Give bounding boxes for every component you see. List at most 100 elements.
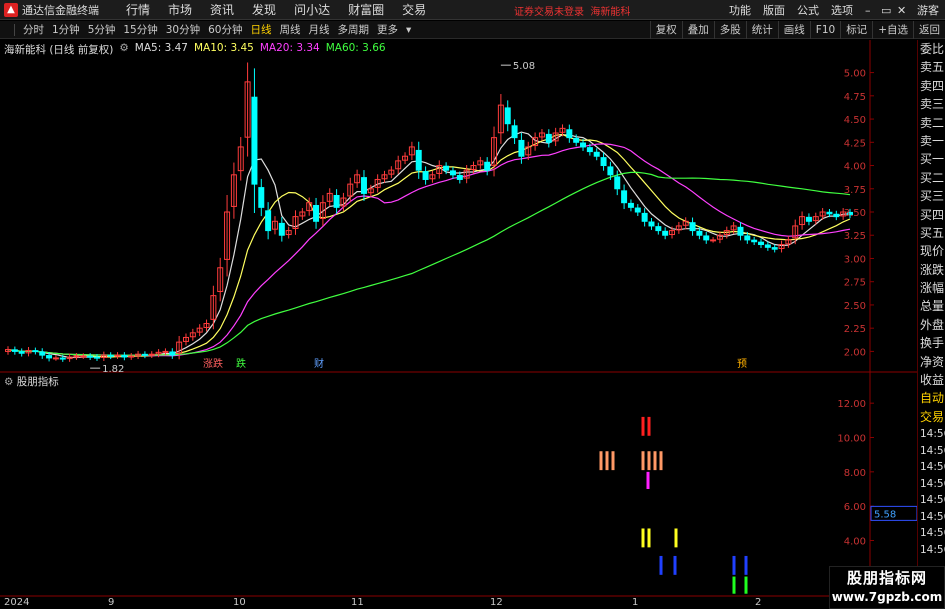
login-notice[interactable]: 证券交易未登录 海新能科	[514, 3, 630, 18]
quote-field[interactable]: 涨跌	[918, 261, 945, 279]
quote-field[interactable]: 卖五	[918, 58, 945, 76]
tool-mark[interactable]: 标记	[840, 21, 872, 39]
tab-30min[interactable]: 30分钟	[162, 22, 204, 37]
menu-item-market[interactable]: 行情	[117, 1, 159, 18]
candle-up	[128, 355, 135, 358]
close-icon[interactable]: ✕	[891, 4, 907, 17]
signal-bar	[744, 576, 748, 594]
quote-field[interactable]: 涨幅	[918, 279, 945, 297]
quote-field[interactable]: 买二	[918, 169, 945, 187]
tab-more[interactable]: 更多	[373, 22, 402, 37]
candle-up	[710, 239, 717, 242]
menu-item-markets[interactable]: 市场	[159, 1, 201, 18]
quote-field[interactable]: 卖二	[918, 114, 945, 132]
candle-up	[148, 353, 155, 356]
quote-field[interactable]: 买一	[918, 150, 945, 168]
tab-15min[interactable]: 15分钟	[119, 22, 161, 37]
signal-bar	[674, 528, 678, 548]
candle-down	[141, 353, 148, 356]
minimize-icon[interactable]: –	[859, 4, 875, 17]
quote-field[interactable]: 卖四	[918, 77, 945, 95]
y-tick-label: 4.50	[844, 115, 866, 126]
menu-item-trade[interactable]: 交易	[393, 1, 435, 18]
quote-field[interactable]: 买四	[918, 206, 945, 224]
date-label: 2	[755, 597, 762, 608]
candlesticks: 5.08 1.82 涨跌跌 财 预	[5, 61, 853, 375]
watermark-name: 股朋指标网	[846, 569, 927, 587]
candle-down	[751, 239, 758, 243]
candle-down	[449, 170, 456, 176]
tool-back[interactable]: 返回	[913, 21, 945, 39]
menu-item-ask[interactable]: 问小达	[285, 1, 339, 18]
settings-icon[interactable]: ⚙	[119, 42, 128, 57]
signal-bar	[732, 555, 736, 575]
menu-item-news[interactable]: 资讯	[201, 1, 243, 18]
candle-down	[826, 211, 833, 215]
quote-field[interactable]: 自动	[918, 389, 945, 407]
signal-bar	[611, 451, 615, 471]
signal-bar	[599, 451, 603, 471]
tool-multi-stock[interactable]: 多股	[713, 21, 746, 39]
quote-field[interactable]: 外盘	[918, 316, 945, 334]
event-marker: 跌	[236, 357, 246, 370]
tool-f10[interactable]: F10	[809, 21, 840, 39]
y-tick-label: 3.75	[844, 185, 866, 196]
signal-bar	[641, 451, 645, 471]
quote-field[interactable]: 买五	[918, 224, 945, 242]
menu-item-formula[interactable]: 公式	[791, 2, 825, 18]
candle-down	[258, 187, 265, 208]
tab-daily[interactable]: 日线	[247, 22, 276, 37]
chevron-down-icon[interactable]: ▾	[402, 24, 415, 36]
stock-name[interactable]: 海新能科 (日线 前复权)	[4, 42, 113, 57]
quote-field[interactable]: 收益	[918, 371, 945, 389]
tool-statistics[interactable]: 统计	[745, 21, 778, 39]
quote-field[interactable]: 卖三	[918, 95, 945, 113]
tool-overlay[interactable]: 叠加	[681, 21, 714, 39]
quote-field[interactable]: 净资	[918, 353, 945, 371]
event-marker: 预	[737, 358, 747, 370]
tool-adjust[interactable]: 复权	[649, 21, 682, 39]
sub-y-tick-label: 4.00	[844, 537, 866, 548]
quote-field[interactable]: 买三	[918, 187, 945, 205]
candle-down	[415, 149, 422, 171]
tab-monthly[interactable]: 月线	[305, 22, 334, 37]
candle-down	[39, 351, 46, 356]
y-tick-label: 4.75	[844, 92, 866, 103]
candle-down	[46, 355, 53, 359]
candle-down	[586, 147, 593, 153]
menu-item-options[interactable]: 选项	[825, 2, 859, 18]
menu-item-discover[interactable]: 发现	[243, 1, 285, 18]
quote-field[interactable]: 委比	[918, 40, 945, 58]
tab-60min[interactable]: 60分钟	[204, 22, 246, 37]
event-marker: 涨跌	[203, 357, 223, 370]
trade-time: 14:56	[920, 527, 945, 540]
tool-draw[interactable]: 画线	[777, 21, 810, 39]
ma60-line	[7, 171, 851, 356]
menu-item-wealth[interactable]: 财富圈	[339, 1, 393, 18]
quote-field[interactable]: 交易	[918, 408, 945, 426]
signal-bar	[659, 451, 663, 471]
chart-area[interactable]: 5.08 1.82 涨跌跌 财 预 2.00 2.25 2.50 2.75 3.00 3.25 3.…	[0, 40, 917, 609]
user-guest[interactable]: 游客	[907, 2, 945, 18]
sub-indicator-title[interactable]: ⚙ 股朋指标	[4, 374, 59, 389]
quote-field[interactable]: 卖一	[918, 132, 945, 150]
low-label: 1.82	[102, 364, 124, 375]
watermark-url: www.7gpzb.com	[831, 590, 943, 604]
menu-item-function[interactable]: 功能	[723, 2, 757, 18]
tab-multi-period[interactable]: 多周期	[334, 22, 374, 37]
tab-1min[interactable]: 1分钟	[48, 22, 84, 37]
tool-add-watchlist[interactable]: +自选	[872, 21, 913, 39]
ma5-label: MA5: 3.47	[134, 42, 188, 54]
quote-field[interactable]: 换手	[918, 334, 945, 352]
quote-field[interactable]: 现价	[918, 242, 945, 260]
candle-down	[621, 190, 628, 204]
restore-icon[interactable]: ▭	[875, 4, 891, 17]
quote-field[interactable]: 总量	[918, 297, 945, 315]
tab-weekly[interactable]: 周线	[276, 22, 305, 37]
tab-timeshare[interactable]: 分时	[19, 22, 48, 37]
tab-5min[interactable]: 5分钟	[84, 22, 120, 37]
candle-down	[443, 165, 450, 171]
settings-icon[interactable]: ⚙	[4, 376, 13, 388]
menu-item-layout[interactable]: 版面	[757, 2, 791, 18]
candle-down	[511, 125, 518, 139]
